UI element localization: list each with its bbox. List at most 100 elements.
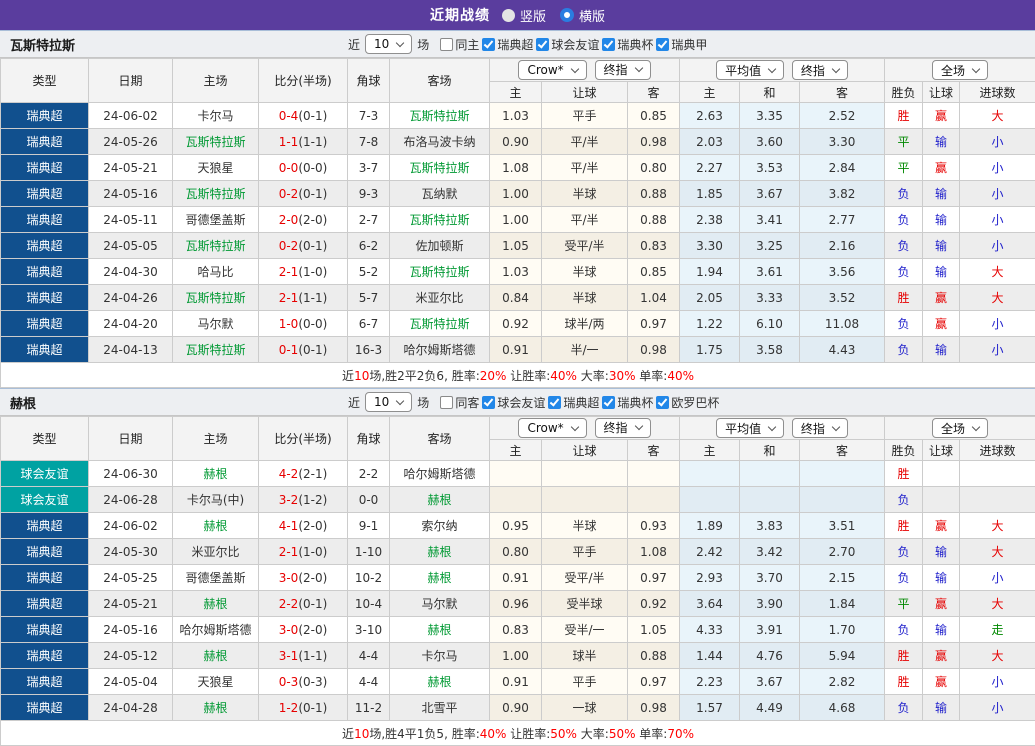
fulltime-score: 4-1 — [279, 519, 299, 533]
result-outcome: 胜 — [885, 669, 923, 695]
team-name: 赫根 — [10, 393, 36, 412]
league-filter-checkbox[interactable] — [656, 38, 669, 51]
result-outcome: 负 — [885, 487, 923, 513]
summary-stat-value: 40% — [480, 727, 507, 741]
match-date: 24-05-21 — [89, 155, 173, 181]
radio-icon[interactable] — [502, 9, 515, 22]
odds-away: 0.88 — [628, 207, 680, 233]
avg-home: 1.44 — [680, 643, 740, 669]
scope-select[interactable]: 全场 — [932, 60, 988, 80]
league-filter-checkbox-label[interactable]: 瑞典超 — [482, 36, 533, 53]
result-goals: 大 — [960, 103, 1035, 129]
match-row: 瑞典超24-05-26瓦斯特拉斯1-1(1-1)7-8布洛马波卡纳0.90平/半… — [1, 129, 1035, 155]
league-filter-checkbox[interactable] — [602, 38, 615, 51]
score-cell: 3-1(1-1) — [259, 643, 348, 669]
bookmaker-select[interactable]: Crow* — [518, 60, 586, 80]
avg-home — [680, 461, 740, 487]
avg-away: 3.30 — [800, 129, 885, 155]
league-filter-checkbox[interactable] — [602, 396, 615, 409]
halftime-score: (1-1) — [298, 291, 327, 305]
radio-horizontal-layout[interactable]: 横版 — [560, 6, 605, 25]
recent-count-select[interactable]: 10 — [365, 392, 412, 412]
odds-home: 0.90 — [490, 129, 542, 155]
league-type-badge: 瑞典超 — [1, 233, 89, 259]
away-team: 索尔纳 — [390, 513, 490, 539]
corner-score: 1-10 — [348, 539, 390, 565]
summary-stat-value: 50% — [609, 727, 636, 741]
fulltime-score: 0-1 — [279, 343, 299, 357]
avg-draw: 3.70 — [740, 565, 800, 591]
result-handicap — [923, 461, 960, 487]
titlebar: 近期战绩 竖版 横版 — [0, 0, 1035, 30]
league-type-badge: 瑞典超 — [1, 285, 89, 311]
odds-home: 1.00 — [490, 181, 542, 207]
league-filter-checkbox[interactable] — [482, 396, 495, 409]
league-filter-checkbox[interactable] — [536, 38, 549, 51]
col-header-away: 客场 — [390, 59, 490, 103]
summary-stat-value: 30% — [609, 369, 636, 383]
league-filter-checkbox[interactable] — [656, 396, 669, 409]
same-venue-checkbox[interactable] — [440, 38, 453, 51]
league-filter-checkbox-label[interactable]: 球会友谊 — [536, 36, 599, 53]
same-venue-checkbox-label[interactable]: 同主 — [440, 36, 479, 53]
bookmaker-stage-select[interactable]: 终指 — [595, 418, 651, 438]
avg-home: 1.75 — [680, 337, 740, 363]
score-cell: 4-1(2-0) — [259, 513, 348, 539]
result-goals: 小 — [960, 311, 1035, 337]
fulltime-score: 3-1 — [279, 649, 299, 663]
odds-away — [628, 461, 680, 487]
team-section-hacken: 赫根 近10场同客球会友谊瑞典超瑞典杯欧罗巴杯 类型 日期 主场 比分(半场) … — [0, 388, 1035, 746]
bookmaker-stage-select[interactable]: 终指 — [595, 60, 651, 80]
away-team: 哈尔姆斯塔德 — [390, 337, 490, 363]
away-team: 卡尔马 — [390, 643, 490, 669]
league-filter-checkbox-label[interactable]: 瑞典杯 — [602, 394, 653, 411]
match-row: 瑞典超24-05-12赫根3-1(1-1)4-4卡尔马1.00球半0.881.4… — [1, 643, 1035, 669]
radio-vertical-layout[interactable]: 竖版 — [502, 6, 546, 25]
match-date: 24-06-02 — [89, 513, 173, 539]
odds-away: 0.98 — [628, 337, 680, 363]
average-stage-select[interactable]: 终指 — [792, 418, 848, 438]
chevron-down-icon — [832, 422, 840, 430]
recent-count-select[interactable]: 10 — [365, 34, 412, 54]
avg-home: 3.30 — [680, 233, 740, 259]
scope-select[interactable]: 全场 — [932, 418, 988, 438]
average-select[interactable]: 平均值 — [716, 60, 784, 80]
same-venue-checkbox[interactable] — [440, 396, 453, 409]
fulltime-score: 1-1 — [279, 135, 299, 149]
odds-home: 1.03 — [490, 103, 542, 129]
bookmaker-select[interactable]: Crow* — [518, 418, 586, 438]
avg-draw: 6.10 — [740, 311, 800, 337]
league-filter-checkbox-label[interactable]: 瑞典超 — [548, 394, 599, 411]
odds-home: 0.91 — [490, 565, 542, 591]
result-handicap: 赢 — [923, 155, 960, 181]
league-filter-checkbox[interactable] — [548, 396, 561, 409]
league-filter-checkbox[interactable] — [482, 38, 495, 51]
corner-score: 3-10 — [348, 617, 390, 643]
corner-score: 0-0 — [348, 487, 390, 513]
recent-label: 近 — [348, 36, 360, 53]
col-header-corner: 角球 — [348, 59, 390, 103]
league-filter-checkbox-label[interactable]: 瑞典杯 — [602, 36, 653, 53]
league-filter-checkbox-label[interactable]: 瑞典甲 — [656, 36, 707, 53]
avg-draw: 3.58 — [740, 337, 800, 363]
avg-away: 3.82 — [800, 181, 885, 207]
average-select[interactable]: 平均值 — [716, 418, 784, 438]
league-type-badge: 瑞典超 — [1, 617, 89, 643]
col-odds-handicap: 让球 — [542, 82, 628, 103]
away-team: 瓦斯特拉斯 — [390, 311, 490, 337]
halftime-score: (0-1) — [298, 239, 327, 253]
fulltime-score: 4-2 — [279, 467, 299, 481]
halftime-score: (1-2) — [298, 493, 327, 507]
summary-stat-value: 70% — [667, 727, 694, 741]
odds-away: 0.85 — [628, 259, 680, 285]
chevron-down-icon — [972, 422, 980, 430]
league-filter-checkbox-label[interactable]: 欧罗巴杯 — [656, 394, 719, 411]
league-type-badge: 瑞典超 — [1, 207, 89, 233]
average-stage-select[interactable]: 终指 — [792, 60, 848, 80]
summary-text: 场,胜4平1负5, 胜率: — [369, 727, 479, 741]
filter-controls: 近10场同客球会友谊瑞典超瑞典杯欧罗巴杯 — [348, 392, 719, 412]
same-venue-checkbox-label[interactable]: 同客 — [440, 394, 479, 411]
radio-icon[interactable] — [560, 8, 574, 22]
match-date: 24-04-20 — [89, 311, 173, 337]
league-filter-checkbox-label[interactable]: 球会友谊 — [482, 394, 545, 411]
